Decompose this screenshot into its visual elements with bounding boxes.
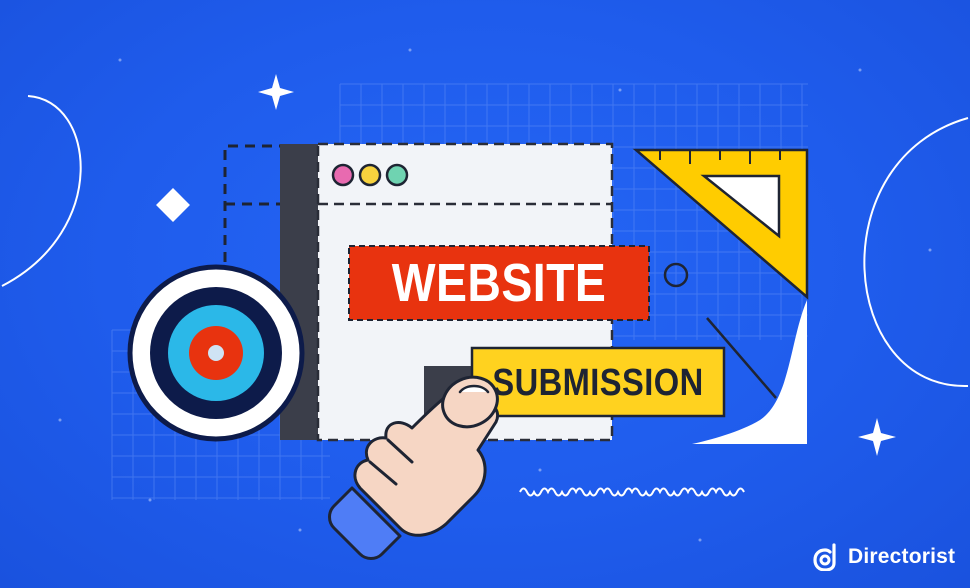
- right-arc: [863, 117, 969, 388]
- banner-title-website: WEBSITE: [391, 253, 607, 313]
- directorist-logo-icon: [813, 543, 836, 571]
- banner-title-submission: SUBMISSION: [492, 362, 704, 404]
- target-icon: [127, 264, 305, 442]
- hero-banner: WEBSITE SUBMISSION Directorist: [0, 0, 970, 588]
- left-arc: [1, 95, 82, 287]
- set-square-icon: [632, 148, 809, 300]
- wave-icon: [519, 487, 745, 497]
- window-dot-pink: [331, 163, 355, 187]
- window-dot-yellow: [358, 163, 382, 187]
- sparkle-icon: [858, 418, 896, 456]
- diamond-icon: [156, 188, 190, 222]
- connector-lines: [223, 144, 282, 262]
- brand-name: Directorist: [848, 545, 956, 568]
- sparkle-icon: [258, 74, 294, 110]
- window-dot-green: [385, 163, 409, 187]
- brand-logo: Directorist: [813, 540, 963, 574]
